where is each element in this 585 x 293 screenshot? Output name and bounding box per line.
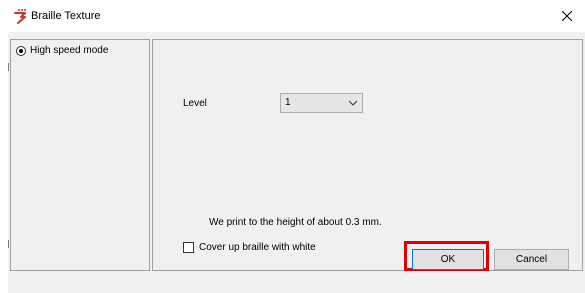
mode-option-label: High speed mode xyxy=(30,45,109,56)
chevron-down-icon xyxy=(348,100,358,106)
level-label: Level xyxy=(183,98,207,109)
cancel-button[interactable]: Cancel xyxy=(494,249,569,270)
window-left-edge xyxy=(0,32,8,293)
mode-list-panel: High speed mode xyxy=(10,39,150,271)
level-dropdown-value: 1 xyxy=(285,97,291,108)
edge-mark xyxy=(8,63,9,71)
cover-braille-checkbox-row[interactable]: Cover up braille with white xyxy=(183,242,316,253)
title-bar: Braille Texture xyxy=(0,0,585,32)
edge-mark xyxy=(8,240,9,248)
cover-braille-label: Cover up braille with white xyxy=(199,242,316,253)
high-speed-mode-radio[interactable]: High speed mode xyxy=(16,45,108,56)
close-button[interactable] xyxy=(549,0,585,32)
radio-selected-icon xyxy=(16,45,26,56)
window-title: Braille Texture xyxy=(31,10,101,22)
braille-app-icon xyxy=(14,9,26,24)
height-note: We print to the height of about 0.3 mm. xyxy=(209,217,382,228)
close-icon xyxy=(562,11,572,21)
cover-braille-checkbox[interactable] xyxy=(183,242,194,253)
ok-button[interactable]: OK xyxy=(412,249,484,270)
settings-panel: Level 1 We print to the height of about … xyxy=(152,39,583,271)
level-dropdown[interactable]: 1 xyxy=(280,93,363,113)
